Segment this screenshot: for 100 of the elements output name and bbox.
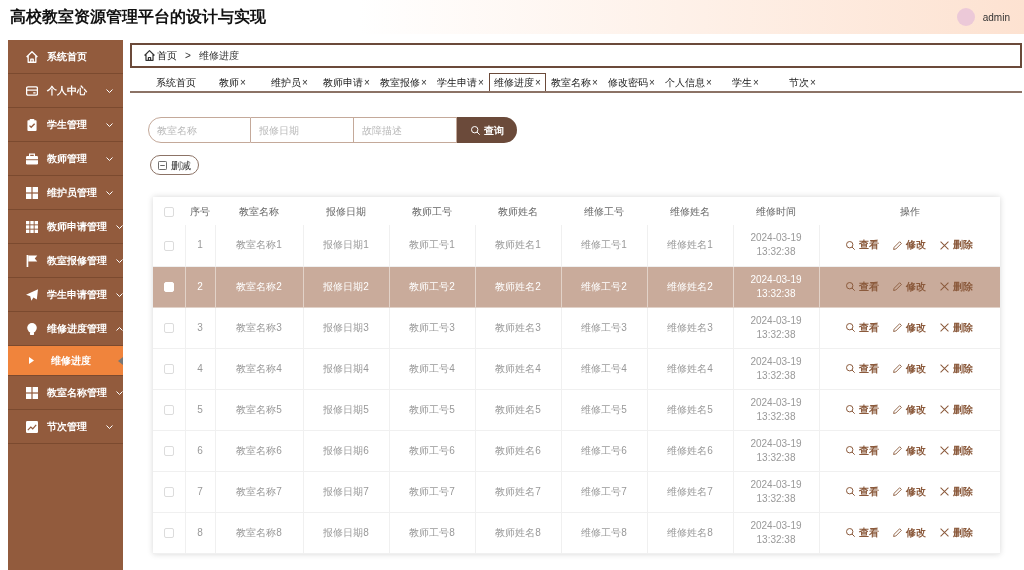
tab-close-button[interactable]: × <box>302 74 308 90</box>
view-button[interactable]: 查看 <box>846 525 880 540</box>
sidebar-item[interactable]: 学生管理 <box>8 108 123 142</box>
view-button[interactable]: 查看 <box>846 361 880 376</box>
tab[interactable]: 系统首页 <box>147 73 204 91</box>
edit-button[interactable]: 修改 <box>893 320 927 335</box>
search-field[interactable]: 教室名称 <box>148 117 251 143</box>
tab[interactable]: 教师× <box>204 73 261 91</box>
tab-close-button[interactable]: × <box>240 74 246 90</box>
tab[interactable]: 学生申请× <box>432 73 489 91</box>
table-cell: 教室名称6 <box>215 430 303 471</box>
chevron-down-icon <box>106 88 113 93</box>
table-cell: 教室名称3 <box>215 307 303 348</box>
tab[interactable]: 维修进度× <box>489 73 546 91</box>
tab-close-button[interactable]: × <box>753 74 759 90</box>
edit-button[interactable]: 修改 <box>893 484 927 499</box>
column-header: 教师工号 <box>389 197 475 225</box>
edit-button[interactable]: 修改 <box>893 361 927 376</box>
breadcrumb-separator: > <box>185 49 191 63</box>
search-button[interactable]: 查询 <box>457 117 517 143</box>
briefcase-icon <box>26 152 38 165</box>
row-checkbox[interactable] <box>163 527 174 538</box>
table-cell: 维修工号2 <box>561 266 647 307</box>
row-checkbox[interactable] <box>163 322 174 333</box>
table-cell: 2024-03-19 13:32:38 <box>733 430 819 471</box>
tab-close-button[interactable]: × <box>364 74 370 90</box>
edit-button[interactable]: 修改 <box>893 443 927 458</box>
view-button[interactable]: 查看 <box>846 402 880 417</box>
sidebar-item[interactable]: 教师管理 <box>8 142 123 176</box>
row-checkbox[interactable] <box>163 404 174 415</box>
view-button[interactable]: 查看 <box>846 443 880 458</box>
tab-close-button[interactable]: × <box>810 74 816 90</box>
tab[interactable]: 维护员× <box>261 73 318 91</box>
delete-button[interactable]: 删减 <box>150 155 199 175</box>
tab[interactable]: 节次× <box>774 73 831 91</box>
sidebar-item[interactable]: 教师申请管理 <box>8 210 123 244</box>
table-cell: 报修日期7 <box>303 471 389 512</box>
select-all-checkbox[interactable] <box>164 206 174 217</box>
sidebar-item[interactable]: 系统首页 <box>8 40 123 74</box>
table-cell: 教师姓名5 <box>475 389 561 430</box>
table-cell: 维修姓名7 <box>647 471 733 512</box>
table-cell: 维修工号7 <box>561 471 647 512</box>
tab[interactable]: 教室名称× <box>546 73 603 91</box>
table-cell: 维修姓名6 <box>647 430 733 471</box>
tab[interactable]: 教师申请× <box>318 73 375 91</box>
row-checkbox[interactable] <box>163 445 174 456</box>
search-icon <box>846 364 856 373</box>
view-button[interactable]: 查看 <box>846 238 880 253</box>
table-cell: 维修工号6 <box>561 430 647 471</box>
user-name[interactable]: admin <box>982 9 1010 25</box>
close-icon <box>940 446 950 455</box>
tab[interactable]: 教室报修× <box>375 73 432 91</box>
tab-close-button[interactable]: × <box>706 74 712 90</box>
delete-row-button[interactable]: 删除 <box>940 443 974 458</box>
tab-close-button[interactable]: × <box>478 74 484 90</box>
pencil-icon <box>893 240 903 250</box>
clipboard-check-icon <box>26 118 38 131</box>
tab-close-button[interactable]: × <box>649 74 655 90</box>
delete-row-button[interactable]: 删除 <box>940 402 974 417</box>
delete-row-button[interactable]: 删除 <box>940 484 974 499</box>
table-cell: 2024-03-19 13:32:38 <box>733 512 819 553</box>
table-cell: 5 <box>185 389 215 430</box>
delete-row-button[interactable]: 删除 <box>940 361 974 376</box>
edit-button[interactable]: 修改 <box>893 525 927 540</box>
column-header: 维修姓名 <box>647 197 733 225</box>
column-header: 序号 <box>185 197 215 225</box>
view-button[interactable]: 查看 <box>846 484 880 499</box>
tab[interactable]: 个人信息× <box>660 73 717 91</box>
app-title: 高校教室资源管理平台的设计与实现 <box>10 9 266 25</box>
sidebar-item[interactable]: 维护员管理 <box>8 176 123 210</box>
search-field[interactable]: 故障描述 <box>354 117 457 143</box>
edit-button[interactable]: 修改 <box>893 402 927 417</box>
tab-close-button[interactable]: × <box>535 75 541 90</box>
delete-row-button[interactable]: 删除 <box>940 525 974 540</box>
view-button[interactable]: 查看 <box>846 320 880 335</box>
table-cell: 教师工号6 <box>389 430 475 471</box>
tab-close-button[interactable]: × <box>592 74 598 90</box>
pencil-icon <box>893 487 903 496</box>
sidebar-item[interactable]: 个人中心 <box>8 74 123 108</box>
row-checkbox[interactable] <box>163 486 174 497</box>
table-cell: 教师姓名4 <box>475 348 561 389</box>
row-checkbox[interactable] <box>163 363 174 374</box>
tab[interactable]: 修改密码× <box>603 73 660 91</box>
delete-row-button[interactable]: 删除 <box>940 238 974 253</box>
grid-icon <box>26 220 38 233</box>
breadcrumb-link[interactable]: 首页 <box>144 48 177 63</box>
edit-button[interactable]: 修改 <box>893 238 927 253</box>
tab-close-button[interactable]: × <box>421 74 427 90</box>
sidebar-item[interactable]: 教室报修管理 <box>8 244 123 278</box>
sidebar-item[interactable]: 学生申请管理 <box>8 278 123 312</box>
chevron-down-icon <box>116 292 123 297</box>
chevron-down-icon <box>116 258 123 263</box>
tab[interactable]: 学生× <box>717 73 774 91</box>
sidebar-item[interactable]: 节次管理 <box>8 410 123 444</box>
flag-icon <box>26 254 38 267</box>
column-header: 教室名称 <box>215 197 303 225</box>
delete-row-button[interactable]: 删除 <box>940 320 974 335</box>
row-checkbox[interactable] <box>163 240 174 251</box>
sidebar-item[interactable]: 教室名称管理 <box>8 376 123 410</box>
table-cell: 教师工号3 <box>389 307 475 348</box>
